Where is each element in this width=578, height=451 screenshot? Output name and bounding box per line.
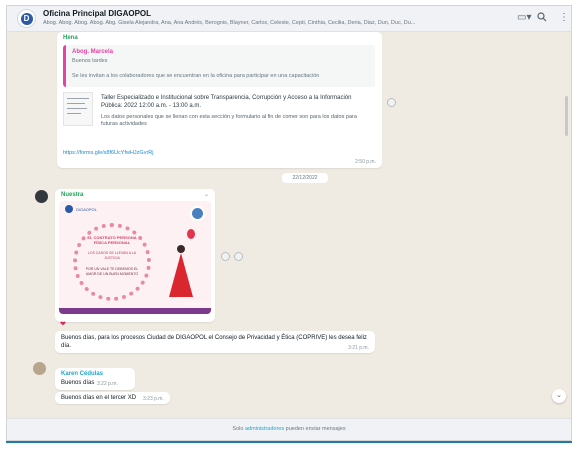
group-name[interactable]: Oficina Principal DIGAOPOL (43, 9, 151, 18)
woman-illustration (169, 253, 193, 297)
scrollbar[interactable] (565, 96, 568, 136)
message-text: Buenos días en el tercer XD (61, 395, 137, 401)
image-attachment[interactable]: DIGAOPOL EL CONTRATO PERSONA FÍSICA PERS… (59, 201, 211, 314)
quoted-text: Buenos tardes (72, 58, 108, 64)
heart-reaction-icon[interactable]: ❤ (60, 320, 66, 328)
quoted-message[interactable]: Abog. Marcela Buenos tardes Se les invit… (63, 45, 375, 87)
message-link[interactable]: https://forms.gle/x8f6UcYfwHJzGvrRj (63, 150, 153, 156)
message-bubble[interactable]: Karen Cédulas Buenos días 3:22 p.m. (55, 368, 135, 390)
forward-icon[interactable] (387, 98, 396, 107)
footer-text: Solo administradores pueden enviar mensa… (7, 426, 571, 432)
logo-icon (65, 205, 73, 213)
balloon-icon (187, 229, 195, 239)
poster-logo-text: DIGAOPOL (76, 207, 97, 212)
quoted-author: Abog. Marcela (72, 49, 114, 55)
message-sender[interactable]: Nuestra (61, 192, 83, 198)
message-bubble[interactable]: Buenos días en el tercer XD 3:23 p.m. (55, 392, 170, 404)
chat-window: D Oficina Principal DIGAOPOL Abog. Abog.… (6, 5, 572, 441)
message-time: 3:23 p.m. (143, 396, 164, 402)
footer-prefix: Solo (232, 426, 245, 432)
message-bubble[interactable]: Buenos días, para los procesos Ciudad de… (55, 331, 375, 353)
preview-thumbnail (63, 92, 93, 126)
preview-description: Los datos personales que se llenan con e… (101, 114, 357, 127)
admins-link[interactable]: administradores (245, 426, 284, 432)
preview-title: Taller Especializado e Institucional sob… (101, 95, 352, 109)
logo-icon: D (20, 12, 33, 25)
bottom-border (6, 441, 572, 443)
message-sender[interactable]: Karen Cédulas (61, 371, 103, 377)
group-avatar[interactable]: D (17, 9, 36, 28)
message-text: Buenos días (61, 380, 95, 386)
chat-header[interactable]: D Oficina Principal DIGAOPOL Abog. Abog.… (7, 6, 571, 32)
quoted-text: Se les invitan a los colaboradores que s… (72, 73, 320, 79)
reaction-icon[interactable] (234, 252, 243, 261)
forward-icon[interactable] (221, 252, 230, 261)
member-list: Abog. Abog. Abog. Abog. Abg. Gisela Alej… (43, 20, 416, 26)
image-message[interactable]: Nuestra ⌄ DIGAOPOL EL CONTRATO PERSONA F… (55, 189, 215, 322)
message-time: 3:20 p.m. (187, 301, 206, 306)
poster-strip (59, 308, 211, 314)
message-text: Buenos días, para los procesos Ciudad de… (61, 335, 367, 349)
avatar[interactable] (33, 362, 46, 375)
poster-note: POR UN VALE TE DEBEMOS EL AMOR DE UN BUE… (85, 267, 139, 276)
message-time: 3:22 p.m. (97, 381, 118, 387)
menu-icon[interactable]: ⋮ (559, 12, 569, 24)
search-icon[interactable] (537, 12, 547, 26)
message-sender[interactable]: Hena (63, 35, 78, 41)
seal-icon (190, 206, 205, 221)
poster-subtitle: LOS CASOS SE LLEVAN A LA JUSTICIA (87, 251, 137, 260)
avatar[interactable] (35, 190, 48, 203)
woman-illustration (177, 245, 185, 253)
chevron-down-icon[interactable]: ⌄ (552, 389, 566, 403)
message-bubble[interactable]: Hena Abog. Marcela Buenos tardes Se les … (57, 32, 382, 168)
date-separator: 22/12/2022 (282, 173, 328, 183)
poster-title: EL CONTRATO PERSONA FÍSICA PERSONAL (87, 235, 137, 245)
link-preview[interactable]: Taller Especializado e Institucional sob… (63, 92, 375, 142)
footer-suffix: pueden enviar mensajes (284, 426, 346, 432)
video-icon[interactable]: ▭▾ (517, 12, 531, 24)
message-time: 2:50 p.m. (355, 159, 376, 165)
message-time: 3:21 p.m. (348, 345, 369, 351)
chevron-down-icon[interactable]: ⌄ (204, 191, 209, 198)
read-only-footer: Solo administradores pueden enviar mensa… (7, 418, 571, 440)
